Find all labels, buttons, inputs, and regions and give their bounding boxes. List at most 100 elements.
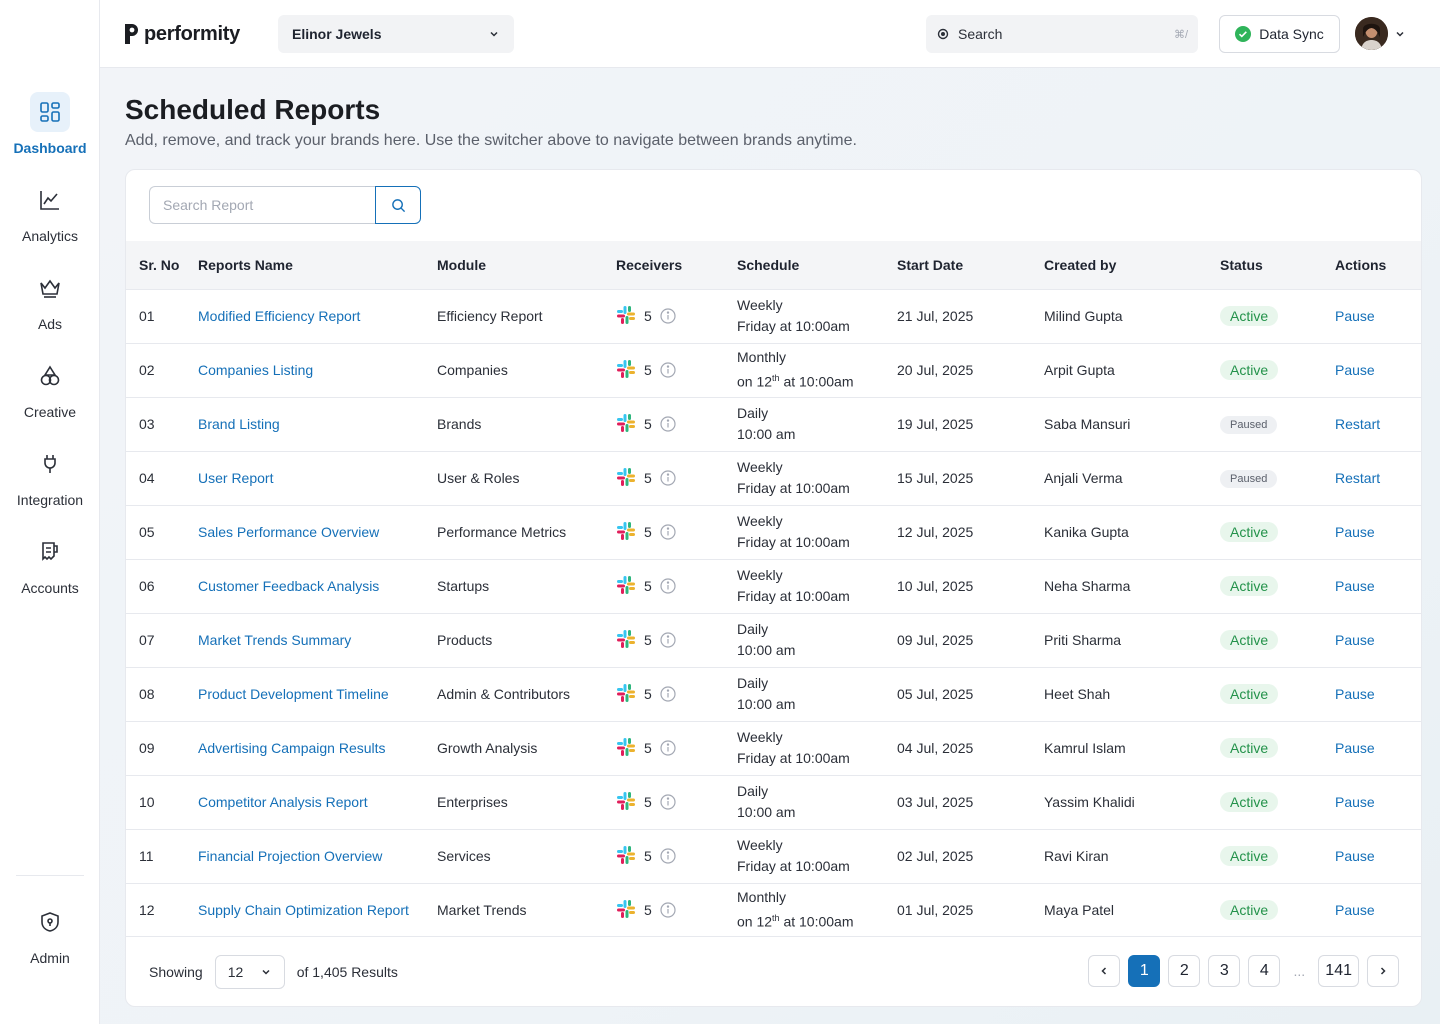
report-name-link[interactable]: Competitor Analysis Report [198,794,368,810]
report-name-link[interactable]: Product Development Timeline [198,686,389,702]
status-badge: Active [1220,360,1279,380]
sidebar-item-ads[interactable]: Ads [0,268,100,348]
chevron-down-icon [1396,31,1404,37]
data-sync-button[interactable]: Data Sync [1219,15,1340,53]
per-page-select[interactable]: 12 [214,955,285,989]
report-name-link[interactable]: Supply Chain Optimization Report [198,902,409,918]
module-cell: Startups [424,558,603,613]
restart-button[interactable]: Restart [1335,416,1380,432]
pause-button[interactable]: Pause [1335,794,1375,810]
pause-button[interactable]: Pause [1335,632,1375,648]
global-search-input[interactable] [958,26,1166,42]
sidebar-item-label: Ads [37,316,63,332]
sidebar-item-label: Integration [16,492,84,508]
info-icon[interactable] [660,686,676,702]
pause-button[interactable]: Pause [1335,308,1375,324]
page-button-1[interactable]: 1 [1128,955,1161,987]
column-header[interactable]: Module [424,241,603,289]
report-name-link[interactable]: Market Trends Summary [198,632,351,648]
info-icon[interactable] [660,902,676,918]
report-name-link[interactable]: Companies Listing [198,362,313,378]
top-header: performity Elinor Jewels ⌘/ Data Sync [100,0,1440,68]
page-button-4[interactable]: 4 [1248,955,1281,987]
page-button-last[interactable]: 141 [1318,955,1359,987]
column-header[interactable]: Reports Name [185,241,424,289]
sr-no-cell: 06 [126,558,185,613]
report-name-link[interactable]: User Report [198,470,273,486]
pause-button[interactable]: Pause [1335,686,1375,702]
sidebar-item-accounts[interactable]: Accounts [0,532,100,612]
global-search[interactable]: ⌘/ [926,15,1198,53]
receivers-cell: 5 [616,413,724,436]
report-name-link[interactable]: Advertising Campaign Results [198,740,386,756]
info-icon[interactable] [660,794,676,810]
info-icon[interactable] [660,848,676,864]
schedule-time: Friday at 10:00am [737,534,850,550]
info-icon[interactable] [660,362,676,378]
prev-page-button[interactable] [1088,955,1121,987]
status-badge: Paused [1220,469,1278,488]
pause-button[interactable]: Pause [1335,848,1375,864]
sidebar-item-integration[interactable]: Integration [0,444,100,524]
column-header[interactable]: Schedule [724,241,884,289]
pause-button[interactable]: Pause [1335,740,1375,756]
info-icon[interactable] [660,740,676,756]
pause-button[interactable]: Pause [1335,578,1375,594]
sidebar-item-label: Accounts [21,580,79,596]
pause-button[interactable]: Pause [1335,524,1375,540]
schedule-time: Friday at 10:00am [737,588,850,604]
created-by-cell: Heet Shah [1031,666,1207,721]
column-header[interactable]: Receivers [603,241,724,289]
status-badge: Paused [1220,415,1278,434]
restart-button[interactable]: Restart [1335,470,1380,486]
next-page-button[interactable] [1367,955,1399,987]
status-badge: Active [1220,576,1279,596]
report-search-button[interactable] [375,186,421,224]
schedule-time: 10:00 am [737,696,796,712]
receivers-cell: 5 [616,845,724,868]
receivers-cell: 5 [616,737,724,760]
crown-icon [30,268,70,308]
user-menu[interactable] [1355,17,1406,50]
app-logo[interactable]: performity [124,22,240,46]
column-header[interactable]: Start Date [884,241,1031,289]
sidebar-item-label: Creative [23,404,77,420]
schedule-time: Friday at 10:00am [737,480,850,496]
created-by-cell: Anjali Verma [1031,450,1207,505]
column-header[interactable]: Actions [1322,241,1421,289]
report-name-link[interactable]: Brand Listing [198,416,280,432]
sr-no-cell: 04 [126,450,185,505]
column-header[interactable]: Status [1207,241,1322,289]
column-header[interactable]: Created by [1031,241,1207,289]
sidebar-item-analytics[interactable]: Analytics [0,180,100,260]
schedule-cell: Weekly Friday at 10:00am [737,727,884,769]
report-name-link[interactable]: Sales Performance Overview [198,524,379,540]
sidebar-item-admin[interactable]: Admin [0,902,100,982]
schedule-cell: Daily 10:00 am [737,673,884,715]
sidebar-divider [16,875,84,876]
info-icon[interactable] [660,470,676,486]
info-icon[interactable] [660,308,676,324]
info-icon[interactable] [660,632,676,648]
page-button-2[interactable]: 2 [1168,955,1201,987]
sidebar-item-dashboard[interactable]: Dashboard [0,92,100,172]
dashboard-grid-icon [30,92,70,132]
slack-icon [616,521,636,544]
pause-button[interactable]: Pause [1335,902,1375,918]
info-icon[interactable] [660,578,676,594]
info-icon[interactable] [660,524,676,540]
start-date-cell: 21 Jul, 2025 [884,288,1031,343]
sidebar-item-creative[interactable]: Creative [0,356,100,436]
module-cell: Services [424,828,603,883]
column-header[interactable]: Sr. No [126,241,185,289]
page-button-3[interactable]: 3 [1208,955,1241,987]
receivers-cell: 5 [616,467,724,490]
info-icon[interactable] [660,416,676,432]
report-name-link[interactable]: Financial Projection Overview [198,848,382,864]
report-search-input[interactable] [149,186,375,224]
report-name-link[interactable]: Modified Efficiency Report [198,308,360,324]
brand-switcher[interactable]: Elinor Jewels [278,15,514,53]
report-name-link[interactable]: Customer Feedback Analysis [198,578,379,594]
module-cell: Performance Metrics [424,504,603,559]
pause-button[interactable]: Pause [1335,362,1375,378]
